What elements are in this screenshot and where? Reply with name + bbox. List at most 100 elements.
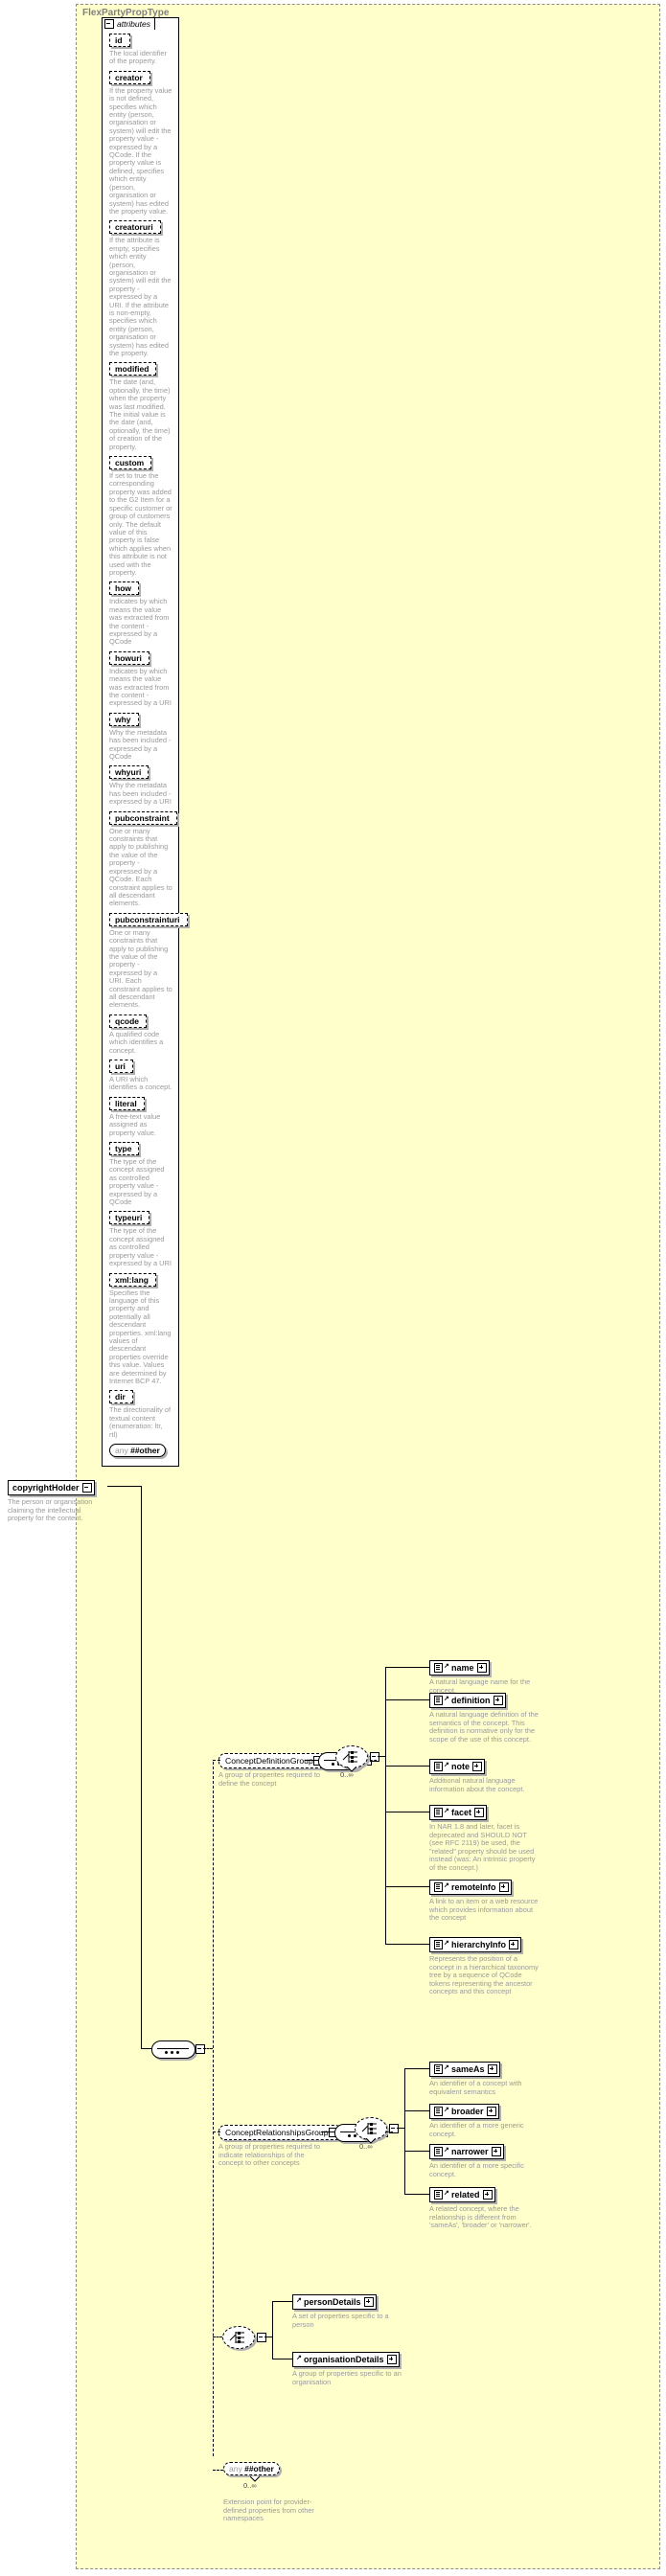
- attribute-item: how Indicates by which means the value wa…: [109, 581, 175, 646]
- element-facet: facet In NAR 1.8 and later, facet is depr…: [429, 1805, 542, 1873]
- expand-plus-icon[interactable]: [486, 2107, 496, 2116]
- expand-plus-icon[interactable]: [509, 1940, 519, 1949]
- attribute-dir-chip[interactable]: dir: [109, 1390, 133, 1404]
- attribute-item: modified The date (and, optionally, the t…: [109, 362, 175, 451]
- expand-plus-icon[interactable]: [491, 2147, 501, 2156]
- element-hierarchyinfo-box[interactable]: hierarchyInfo: [429, 1937, 522, 1952]
- element-persondetails-box[interactable]: personDetails: [292, 2294, 377, 2310]
- attribute-typeuri-description: The type of the concept assigned as cont…: [109, 1226, 172, 1268]
- attribute-item: xml:lang Specifies the language of this p…: [109, 1272, 175, 1386]
- expand-plus-icon[interactable]: [472, 1762, 482, 1771]
- connector-details-branch-0: [272, 2301, 292, 2302]
- expand-plus-icon[interactable]: [482, 2190, 493, 2200]
- element-organisationdetails: organisationDetails A group of properties…: [292, 2352, 412, 2386]
- attribute-id-description: The local identifier of the property.: [109, 49, 167, 66]
- attribute-creator-description: If the property value is not defined, sp…: [109, 85, 172, 216]
- attribute-id-chip[interactable]: id: [109, 34, 130, 47]
- attribute-how-description: Indicates by which means the value was e…: [109, 597, 170, 647]
- attribute-type-chip[interactable]: type: [109, 1142, 140, 1156]
- element-broader-box[interactable]: broader: [429, 2104, 499, 2119]
- any-namespace-label: ##other: [244, 2464, 274, 2473]
- element-narrower-box[interactable]: narrower: [429, 2144, 504, 2159]
- connector-choice-trunk-2: [397, 2128, 404, 2129]
- connector-branch-1-1: [385, 1699, 429, 1700]
- element-broader-description: An identifier of a more generic concept.: [429, 2121, 524, 2138]
- element-remoteinfo: remoteInfo A link to an item or a web res…: [429, 1880, 542, 1923]
- attribute-item: pubconstraint One or many constraints tha…: [109, 810, 177, 908]
- group-2-chip[interactable]: ConceptRelationshipsGroup: [218, 2125, 342, 2140]
- attribute-howuri-description: Indicates by which means the value was e…: [109, 666, 172, 708]
- attribute-typeuri-chip[interactable]: typeuri: [109, 1211, 150, 1225]
- expand-plus-icon[interactable]: [487, 2064, 497, 2074]
- expand-plus-icon[interactable]: [363, 2297, 374, 2307]
- connector-branch-2-1: [404, 2110, 429, 2111]
- sequence-icon: [434, 2064, 443, 2074]
- arrow-icon: [444, 2063, 450, 2074]
- element-broader-label: broader: [451, 2107, 484, 2116]
- element-remoteinfo-box[interactable]: remoteInfo: [429, 1880, 512, 1895]
- element-related-box[interactable]: related: [429, 2187, 495, 2202]
- element-remoteinfo-description: A link to an item or a web resource whic…: [429, 1897, 539, 1923]
- connector-branch-2-2: [404, 2151, 429, 2152]
- attribute-uri-description: A URI which identifies a concept.: [109, 1075, 172, 1092]
- element-definition-box[interactable]: definition: [429, 1693, 506, 1708]
- element-persondetails-label: personDetails: [304, 2297, 361, 2307]
- expand-plus-icon[interactable]: [476, 1663, 487, 1673]
- connector-branch-1-2: [385, 1766, 429, 1767]
- attribute-item: qcode A qualified code which identifies a…: [109, 1014, 175, 1055]
- attributes-list: id The local identifier of the property. c…: [103, 18, 188, 1462]
- element-persondetails-description: A set of properties specific to a person: [292, 2312, 389, 2329]
- root-element-box[interactable]: copyrightHolder: [8, 1480, 95, 1495]
- attribute-pubconstrainturi-chip[interactable]: pubconstrainturi: [109, 912, 188, 926]
- attribute-literal-chip[interactable]: literal: [109, 1096, 145, 1110]
- element-persondetails: personDetails A set of properties specifi…: [292, 2294, 412, 2329]
- group-2-description: A group of properties required to indica…: [218, 2142, 320, 2168]
- connector-seq-to-choice-1: [370, 1760, 377, 1761]
- root-element-copyrightholder[interactable]: copyrightHolder The person or organisati…: [8, 1480, 107, 1523]
- attribute-item: custom If set to true the corresponding p…: [109, 456, 175, 577]
- expand-plus-icon[interactable]: [493, 1696, 503, 1705]
- details-choice-symbol[interactable]: [222, 2326, 255, 2349]
- element-sameas-label: sameAs: [451, 2064, 485, 2074]
- expand-plus-icon[interactable]: [386, 2355, 397, 2364]
- collapse-minus-icon[interactable]: [104, 19, 114, 29]
- attribute-how-chip[interactable]: how: [109, 581, 139, 596]
- main-sequence-symbol[interactable]: [151, 2040, 195, 2059]
- attribute-howuri-chip[interactable]: howuri: [109, 650, 149, 665]
- body-any-chip[interactable]: any ##other: [223, 2462, 280, 2475]
- connector-group-1-to-seq: [305, 1760, 318, 1761]
- arrow-icon: [444, 2145, 450, 2156]
- attribute-item: id The local identifier of the property.: [109, 34, 175, 66]
- main-sequence-collapse-icon[interactable]: [195, 2044, 205, 2054]
- collapse-minus-icon[interactable]: [81, 1483, 92, 1493]
- element-note-box[interactable]: note: [429, 1759, 485, 1774]
- attribute-why-chip[interactable]: why: [109, 712, 139, 726]
- element-related-description: A related concept, where the relationshi…: [429, 2204, 532, 2230]
- attribute-xml-lang-chip[interactable]: xml:lang: [109, 1272, 156, 1287]
- expand-plus-icon[interactable]: [498, 1882, 509, 1892]
- element-name-box[interactable]: name: [429, 1660, 490, 1676]
- attribute-qcode-chip[interactable]: qcode: [109, 1014, 148, 1028]
- details-choice-collapse-icon[interactable]: [257, 2333, 266, 2342]
- expand-plus-icon[interactable]: [474, 1808, 485, 1817]
- group-1-label: ConceptDefinitionGroup: [225, 1756, 313, 1766]
- element-facet-box[interactable]: facet: [429, 1805, 488, 1820]
- attributes-tab[interactable]: attributes: [102, 17, 155, 30]
- attribute-creatoruri-chip[interactable]: creatoruri: [109, 220, 161, 235]
- attribute-custom-chip[interactable]: custom: [109, 456, 152, 470]
- group-1-chip[interactable]: ConceptDefinitionGroup: [218, 1753, 327, 1768]
- connector-children-trunk-1: [385, 1667, 386, 1944]
- attribute-item: creatoruri If the attribute is empty, spe…: [109, 220, 175, 357]
- attribute-uri-chip[interactable]: uri: [109, 1060, 133, 1073]
- attribute-modified-chip[interactable]: modified: [109, 362, 157, 376]
- arrow-icon: [444, 1938, 450, 1949]
- attributes-any-chip[interactable]: any ##other: [109, 1444, 166, 1457]
- attribute-pubconstraint-chip[interactable]: pubconstraint: [109, 810, 177, 825]
- element-organisationdetails-box[interactable]: organisationDetails: [292, 2352, 400, 2367]
- attribute-whyuri-chip[interactable]: whyuri: [109, 765, 149, 780]
- attribute-creator-chip[interactable]: creator: [109, 70, 150, 84]
- attribute-creatoruri-description: If the attribute is empty, specifies whi…: [109, 236, 172, 357]
- arrow-icon: [444, 1694, 450, 1705]
- element-sameas-box[interactable]: sameAs: [429, 2062, 500, 2077]
- root-element-label: copyrightHolder: [12, 1483, 80, 1493]
